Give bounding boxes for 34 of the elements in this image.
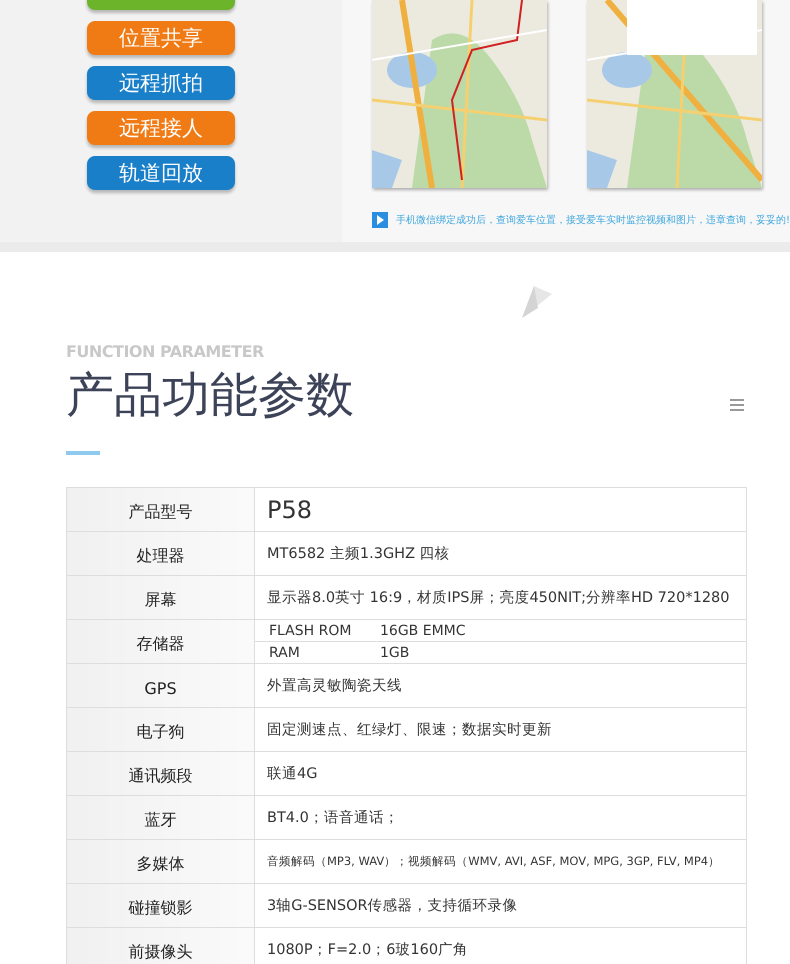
section-title: 产品功能参数 (66, 366, 354, 425)
table-cell: 处理器 (67, 532, 255, 575)
table-cell-text: MT6582 主频1.3GHZ 四核 (267, 544, 450, 563)
table-cell-text: 显示器8.0英寸 16:9，材质IPS屏；亮度450NIT;分辨率HD 720*1280 (267, 588, 730, 607)
table-cell: 通讯频段 (67, 752, 255, 795)
table-cell-text: RAM (269, 644, 301, 660)
paper-plane-icon (520, 284, 554, 320)
table-cell-text: 固定测速点、红绿灯、限速；数据实时更新 (267, 720, 552, 739)
feature-button[interactable]: 远程抓拍 (87, 66, 235, 100)
play-icon (372, 212, 388, 228)
table-cell: 音频解码（MP3, WAV）；视频解码（WMV, AVI, ASF, MOV, MPG, 3GP, FLV, MP4） (267, 854, 720, 869)
table-cell: 产品型号 (67, 488, 255, 531)
table-cell: 多媒体 (67, 840, 255, 883)
table-cell: 屏幕 (67, 576, 255, 619)
table-cell: 蓝牙 (67, 796, 255, 839)
table-cell: P58 (267, 496, 312, 524)
table-cell: 电子狗 (67, 708, 255, 751)
feature-button[interactable]: 远程接人 (87, 111, 235, 145)
table-cell-text: BT4.0；语音通话； (267, 808, 399, 827)
table-cell-text: 外置高灵敏陶瓷天线 (267, 676, 402, 695)
menu-icon[interactable] (730, 399, 744, 411)
table-cell: GPS (67, 664, 255, 707)
table-cell: 16GB EMMC (380, 622, 466, 638)
table-cell-text: FLASH ROM (269, 622, 352, 638)
table-cell: 存储器 (67, 620, 255, 663)
feature-button[interactable]: 位置共享 (87, 21, 235, 55)
table-cell: 碰撞锁影 (67, 884, 255, 927)
caption-text: 手机微信绑定成功后，查询爱车位置，接受爱车实时监控视频和图片，违章查询，妥妥的! (396, 214, 790, 227)
feature-button[interactable]: 轨道回放 (87, 156, 235, 190)
table-cell: 前摄像头 (67, 928, 255, 964)
table-cell: 1GB (380, 644, 410, 660)
table-cell-text: 联通4G (267, 765, 318, 783)
table-cell-text: 1080P；F=2.0；6玻160广角 (267, 941, 468, 959)
table-cell-text: 3轴G-SENSOR传感器，支持循环录像 (267, 897, 518, 915)
